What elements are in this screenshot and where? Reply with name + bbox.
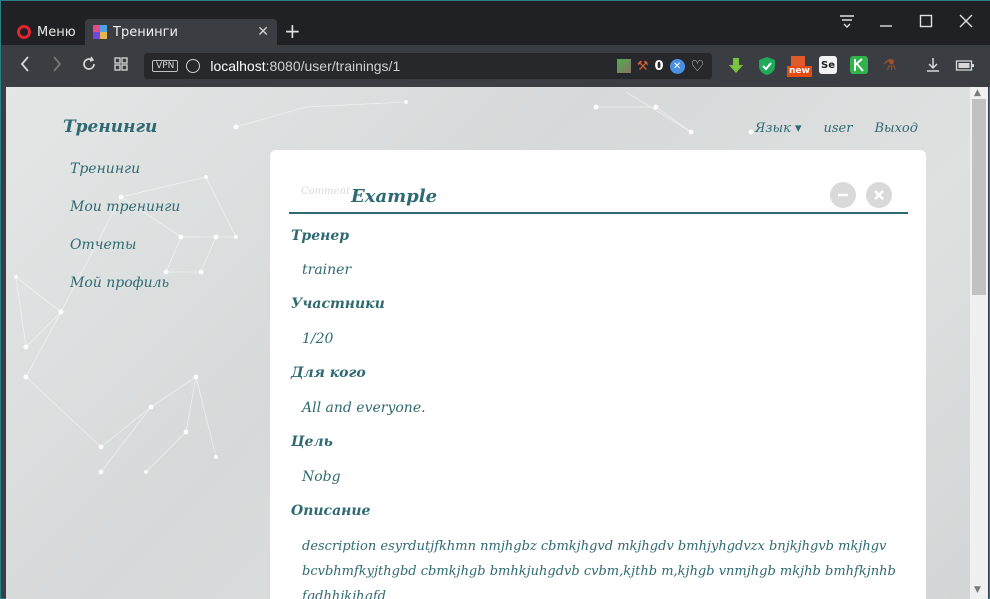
- cube-extension-icon[interactable]: [616, 59, 631, 73]
- ghost-text: Comment: [301, 186, 351, 197]
- url-path: :8080/user/trainings/1: [265, 58, 401, 74]
- maximize-button[interactable]: [919, 13, 933, 32]
- tab-trainings[interactable]: Тренинги ✕: [85, 19, 277, 45]
- opera-menu-button[interactable]: Меню: [9, 19, 84, 45]
- tab-title: Тренинги: [113, 24, 178, 40]
- close-window-button[interactable]: [959, 13, 973, 32]
- forward-icon[interactable]: [51, 55, 63, 78]
- sidebar-nav: Тренинги Мои тренинги Отчеты Мой профиль: [70, 161, 180, 291]
- tab-menu-icon[interactable]: [839, 13, 855, 32]
- browser-window: Меню Тренинги ✕ + VPN localhost:8080/use…: [0, 0, 990, 599]
- language-dropdown[interactable]: Язык ▾: [755, 121, 802, 136]
- description-value: description esyrdutjfkhmn nmjhgbz cbmkjh…: [302, 539, 896, 599]
- trainer-label: Тренер: [291, 228, 350, 244]
- sidebar-item-profile[interactable]: Мой профиль: [70, 275, 180, 291]
- scroll-thumb[interactable]: [972, 99, 986, 295]
- description-label: Описание: [291, 503, 371, 519]
- sidebar-item-reports[interactable]: Отчеты: [70, 237, 180, 253]
- tracker-count: 0: [654, 58, 664, 74]
- goal-value: Nobg: [302, 469, 341, 485]
- new-tab-button[interactable]: +: [284, 20, 301, 42]
- selenium-extension-icon[interactable]: Se: [819, 56, 837, 74]
- training-header: Comment Example: [289, 182, 908, 214]
- top-nav: Язык ▾ user Выход: [755, 121, 918, 136]
- new-extension-icon[interactable]: new: [787, 56, 812, 77]
- dropper-extension-icon[interactable]: ⚗: [883, 56, 903, 76]
- heart-icon[interactable]: ♡: [691, 57, 704, 75]
- reload-icon[interactable]: [81, 55, 97, 78]
- page-viewport: Тренинги Тренинги Мои тренинги Отчеты Мо…: [6, 87, 970, 599]
- scroll-up-icon[interactable]: ▲: [974, 88, 981, 98]
- wrench-extension-icon[interactable]: ⚒: [637, 59, 649, 74]
- tab-strip: Меню Тренинги ✕ +: [1, 1, 990, 45]
- trainer-value: trainer: [302, 262, 352, 278]
- opera-logo-icon: [17, 25, 31, 39]
- audience-label: Для кого: [291, 365, 366, 381]
- participants-value: 1/20: [302, 331, 334, 347]
- minus-button[interactable]: [830, 182, 856, 208]
- address-bar[interactable]: VPN localhost:8080/user/trainings/1 ⚒ 0 …: [144, 53, 712, 79]
- goal-label: Цель: [291, 434, 333, 450]
- back-icon[interactable]: [19, 55, 31, 78]
- battery-icon[interactable]: [955, 56, 975, 76]
- adblock-shield-icon[interactable]: ✕: [669, 58, 685, 74]
- sidebar-item-trainings[interactable]: Тренинги: [70, 161, 180, 177]
- training-title: Example: [351, 186, 438, 207]
- participants-label: Участники: [291, 296, 385, 312]
- download-arrow-extension-icon[interactable]: [726, 56, 746, 76]
- url-text[interactable]: localhost:8080/user/trainings/1: [210, 58, 400, 74]
- k-extension-icon[interactable]: [850, 56, 868, 74]
- training-card: Comment Example Тренер trainer Участники…: [270, 150, 926, 599]
- tab-close-icon[interactable]: ✕: [257, 24, 269, 40]
- minimize-button[interactable]: [879, 13, 893, 32]
- page-scrollbar[interactable]: ▲ ▼: [970, 87, 988, 599]
- user-link[interactable]: user: [824, 121, 853, 136]
- downloads-icon[interactable]: [925, 56, 945, 76]
- globe-icon: [186, 59, 201, 73]
- app-brand[interactable]: Тренинги: [63, 117, 157, 137]
- browser-toolbar: VPN localhost:8080/user/trainings/1 ⚒ 0 …: [1, 45, 990, 87]
- url-host: localhost: [210, 58, 266, 74]
- sidebar-item-my-trainings[interactable]: Мои тренинги: [70, 199, 180, 215]
- audience-value: All and everyone.: [302, 400, 426, 416]
- address-bar-actions: ⚒ 0 ✕ ♡: [616, 57, 704, 75]
- new-badge: new: [787, 66, 812, 77]
- scroll-down-icon[interactable]: ▼: [974, 585, 981, 595]
- delete-button[interactable]: [866, 182, 892, 208]
- vpn-badge[interactable]: VPN: [152, 60, 179, 72]
- shield-extension-icon[interactable]: [757, 56, 777, 76]
- speed-dial-icon[interactable]: [114, 55, 128, 78]
- menu-label: Меню: [37, 24, 76, 40]
- favicon-icon: [93, 25, 107, 39]
- logout-link[interactable]: Выход: [874, 121, 918, 136]
